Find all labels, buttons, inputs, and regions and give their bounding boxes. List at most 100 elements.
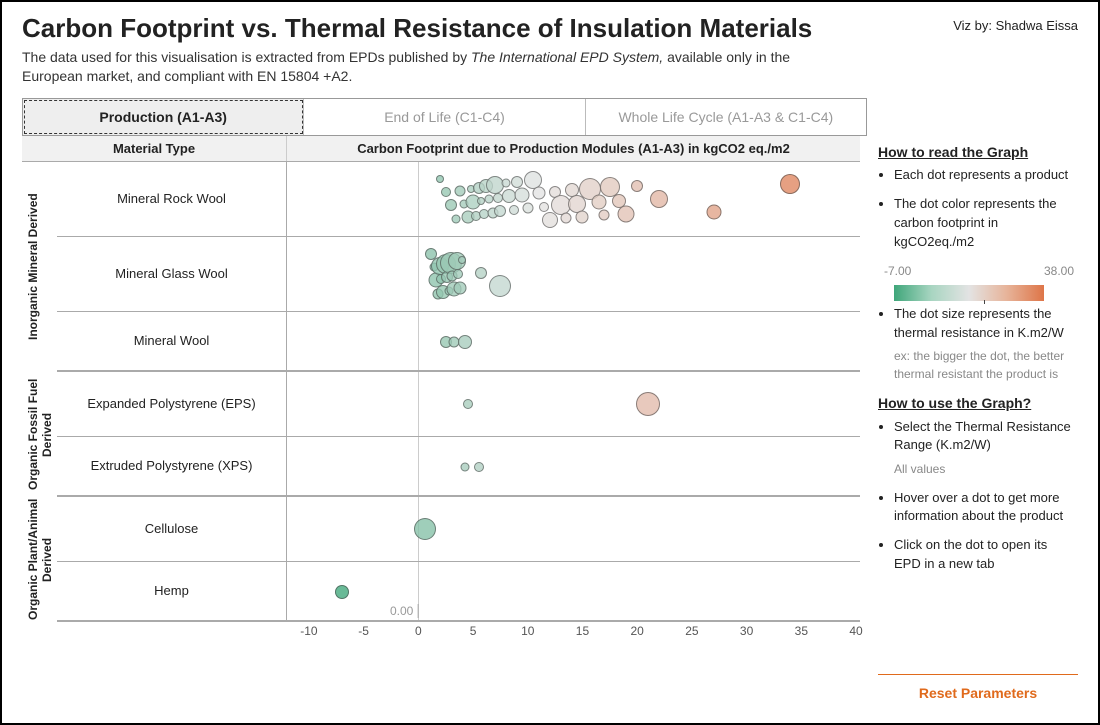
data-point[interactable] bbox=[509, 205, 519, 215]
row-label: Extruded Polystyrene (XPS) bbox=[57, 437, 287, 495]
legend-read-3-sub: ex: the bigger the dot, the better therm… bbox=[894, 348, 1074, 383]
data-point[interactable] bbox=[445, 199, 457, 211]
row-plot bbox=[287, 312, 860, 370]
legend-use-3: Click on the dot to open its EPD in a ne… bbox=[894, 536, 1074, 574]
author-credit: Viz by: Shadwa Eissa bbox=[953, 14, 1078, 33]
data-point[interactable] bbox=[515, 187, 530, 202]
x-tick: 0 bbox=[415, 624, 422, 638]
tab-0[interactable]: Production (A1-A3) bbox=[23, 99, 304, 135]
data-point[interactable] bbox=[475, 267, 487, 279]
row-label: Mineral Rock Wool bbox=[57, 162, 287, 236]
data-point[interactable] bbox=[618, 205, 635, 222]
group-label: Organic Fossil Fuel Derived bbox=[26, 372, 52, 497]
column-header-row: Material Type Carbon Footprint due to Pr… bbox=[22, 136, 860, 162]
chart-row: Mineral Wool bbox=[57, 312, 860, 372]
chart-panel: Material Type Carbon Footprint due to Pr… bbox=[22, 136, 860, 713]
data-point[interactable] bbox=[522, 203, 533, 214]
data-point[interactable] bbox=[454, 185, 465, 196]
data-point[interactable] bbox=[477, 197, 485, 205]
legend-read-heading: How to read the Graph bbox=[878, 142, 1074, 162]
x-tick: -5 bbox=[358, 624, 369, 638]
data-point[interactable] bbox=[458, 335, 472, 349]
row-plot bbox=[287, 497, 860, 561]
legend-read-2: The dot color represents the carbon foot… bbox=[894, 195, 1074, 252]
page-subtitle: The data used for this visualisation is … bbox=[22, 48, 842, 86]
data-point[interactable] bbox=[436, 175, 444, 183]
x-tick: 5 bbox=[470, 624, 477, 638]
x-tick: -10 bbox=[300, 624, 317, 638]
column-header-material: Material Type bbox=[22, 136, 287, 161]
color-scale-labels: -7.00 38.00 bbox=[884, 263, 1074, 280]
data-point[interactable] bbox=[474, 462, 484, 472]
color-scale-max: 38.00 bbox=[1044, 263, 1074, 280]
legend-use-2: Hover over a dot to get more information… bbox=[894, 489, 1074, 527]
row-plot bbox=[287, 372, 860, 436]
data-point[interactable] bbox=[576, 210, 589, 223]
chart-row: Cellulose bbox=[57, 497, 860, 562]
group-label: Inorganic Mineral Derived bbox=[26, 162, 52, 372]
sidebar-legend: How to read the Graph Each dot represent… bbox=[878, 136, 1078, 713]
chart-row: Extruded Polystyrene (XPS) bbox=[57, 437, 860, 497]
data-point[interactable] bbox=[494, 205, 506, 217]
legend-use-1[interactable]: Select the Thermal Resistance Range (K.m… bbox=[894, 418, 1074, 456]
row-plot bbox=[287, 437, 860, 495]
subtitle-ital: The International EPD System, bbox=[471, 49, 663, 65]
chart-row: Mineral Rock Wool bbox=[57, 162, 860, 237]
data-point[interactable] bbox=[591, 195, 606, 210]
row-plot bbox=[287, 237, 860, 311]
chart-row: Expanded Polystyrene (EPS) bbox=[57, 372, 860, 437]
data-point[interactable] bbox=[458, 256, 466, 264]
data-point[interactable] bbox=[599, 210, 610, 221]
row-label: Hemp bbox=[57, 562, 287, 620]
row-label: Mineral Wool bbox=[57, 312, 287, 370]
subtitle-pre: The data used for this visualisation is … bbox=[22, 49, 471, 65]
legend-use-heading: How to use the Graph? bbox=[878, 393, 1074, 413]
x-tick: 10 bbox=[521, 624, 534, 638]
x-tick: 40 bbox=[849, 624, 862, 638]
tab-1[interactable]: End of Life (C1-C4) bbox=[304, 99, 585, 135]
legend-read-1: Each dot represents a product bbox=[894, 166, 1074, 185]
row-label: Expanded Polystyrene (EPS) bbox=[57, 372, 287, 436]
color-scale-bar bbox=[894, 285, 1044, 301]
data-point[interactable] bbox=[451, 214, 460, 223]
data-point[interactable] bbox=[489, 275, 511, 297]
tab-2[interactable]: Whole Life Cycle (A1-A3 & C1-C4) bbox=[586, 99, 866, 135]
data-point[interactable] bbox=[631, 180, 643, 192]
data-point[interactable] bbox=[561, 213, 572, 224]
color-scale-min: -7.00 bbox=[884, 263, 911, 280]
data-point[interactable] bbox=[461, 462, 470, 471]
row-label: Mineral Glass Wool bbox=[57, 237, 287, 311]
x-tick: 20 bbox=[631, 624, 644, 638]
data-point[interactable] bbox=[441, 187, 451, 197]
data-point[interactable] bbox=[453, 281, 466, 294]
row-plot bbox=[287, 562, 860, 620]
data-point[interactable] bbox=[511, 176, 523, 188]
data-point[interactable] bbox=[636, 392, 660, 416]
plot-area: Inorganic Mineral DerivedOrganic Fossil … bbox=[22, 162, 860, 713]
zero-label: 0.00 bbox=[390, 604, 418, 618]
reset-parameters-button[interactable]: Reset Parameters bbox=[878, 674, 1078, 711]
x-axis: -10-50510152025303540 bbox=[287, 622, 860, 640]
row-plot bbox=[287, 162, 860, 236]
data-point[interactable] bbox=[706, 205, 721, 220]
data-point[interactable] bbox=[539, 202, 549, 212]
row-label: Cellulose bbox=[57, 497, 287, 561]
data-point[interactable] bbox=[501, 179, 510, 188]
page-title: Carbon Footprint vs. Thermal Resistance … bbox=[22, 14, 842, 44]
legend-read-3: The dot size represents the thermal resi… bbox=[894, 305, 1074, 343]
data-point[interactable] bbox=[542, 212, 558, 228]
legend-use-1-sub[interactable]: All values bbox=[894, 461, 1074, 478]
x-tick: 25 bbox=[685, 624, 698, 638]
data-point[interactable] bbox=[780, 174, 800, 194]
x-tick: 15 bbox=[576, 624, 589, 638]
data-point[interactable] bbox=[650, 190, 668, 208]
group-label: Organic Plant/Animal Derived bbox=[26, 497, 52, 622]
data-point[interactable] bbox=[335, 585, 349, 599]
data-point[interactable] bbox=[453, 269, 463, 279]
x-tick: 35 bbox=[795, 624, 808, 638]
data-point[interactable] bbox=[414, 518, 436, 540]
column-header-metric: Carbon Footprint due to Production Modul… bbox=[287, 136, 860, 161]
tabs: Production (A1-A3)End of Life (C1-C4)Who… bbox=[22, 98, 867, 136]
data-point[interactable] bbox=[463, 399, 473, 409]
data-point[interactable] bbox=[532, 187, 545, 200]
